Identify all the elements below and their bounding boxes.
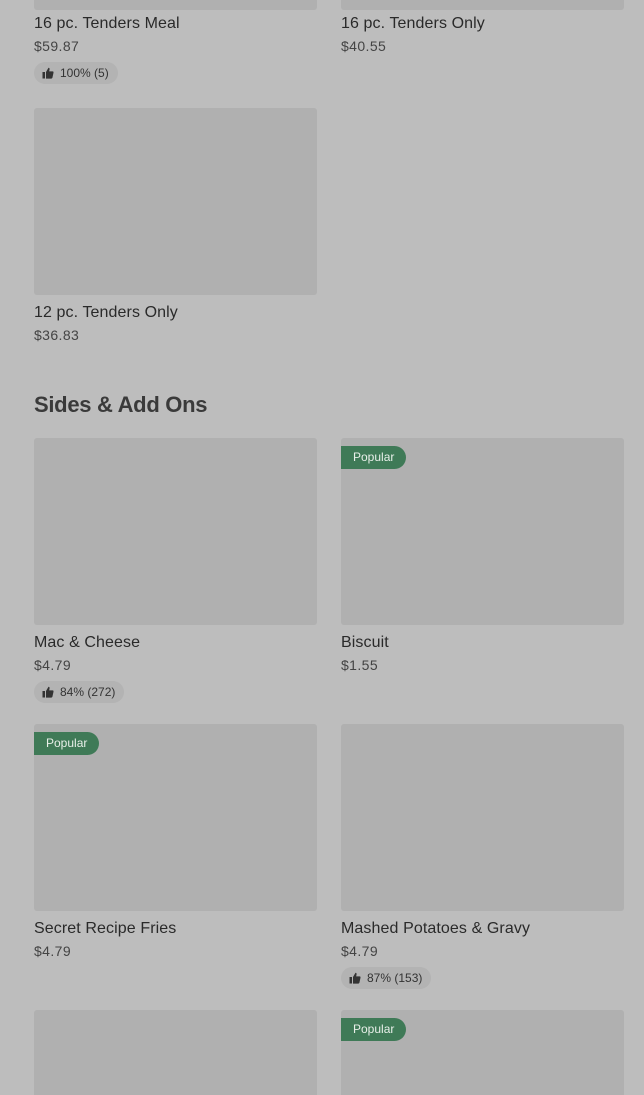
rating-text: 84% (272) xyxy=(60,685,116,699)
menu-page: 16 pc. Tenders Meal $59.87 100% (5) 16 p… xyxy=(0,0,644,1095)
item-name: 16 pc. Tenders Only xyxy=(341,15,485,32)
popular-badge: Popular xyxy=(341,446,407,469)
menu-item-mashed-potatoes-gravy[interactable]: Mashed Potatoes & Gravy $4.79 87% (153) xyxy=(341,724,624,989)
menu-item-16pc-tenders-only[interactable]: 16 pc. Tenders Only $40.55 xyxy=(341,0,624,54)
menu-item-next-right[interactable]: Popular xyxy=(341,1010,624,1095)
item-name: Biscuit xyxy=(341,634,389,651)
popular-badge: Popular xyxy=(34,732,100,755)
menu-item-mac-cheese[interactable]: Mac & Cheese $4.79 84% (272) xyxy=(34,438,317,703)
item-name: Mac & Cheese xyxy=(34,634,141,651)
item-price: $40.55 xyxy=(341,38,387,54)
item-price: $4.79 xyxy=(34,657,72,673)
thumbs-up-icon xyxy=(42,686,54,698)
item-image[interactable]: Popular xyxy=(34,724,317,911)
menu-item-12pc-tenders-only[interactable]: 12 pc. Tenders Only $36.83 xyxy=(34,108,317,343)
menu-item-biscuit[interactable]: Popular Biscuit $1.55 xyxy=(341,438,624,673)
item-price: $4.79 xyxy=(341,943,379,959)
menu-item-16pc-tenders-meal[interactable]: 16 pc. Tenders Meal $59.87 100% (5) xyxy=(34,0,317,84)
item-image[interactable]: Popular xyxy=(341,438,624,625)
section-title-sides: Sides & Add Ons xyxy=(34,392,208,417)
item-image[interactable] xyxy=(341,0,624,10)
popular-badge: Popular xyxy=(341,1018,407,1041)
item-name: 16 pc. Tenders Meal xyxy=(34,15,180,32)
rating-pill: 100% (5) xyxy=(34,62,118,84)
item-image[interactable] xyxy=(341,724,624,911)
item-image[interactable] xyxy=(34,108,317,295)
item-price: $4.79 xyxy=(34,943,72,959)
rating-text: 87% (153) xyxy=(367,971,423,985)
item-image[interactable] xyxy=(34,438,317,625)
item-name: 12 pc. Tenders Only xyxy=(34,304,178,321)
item-name: Mashed Potatoes & Gravy xyxy=(341,920,531,937)
item-price: $59.87 xyxy=(34,38,80,54)
menu-item-next-left[interactable] xyxy=(34,1010,317,1095)
item-name: Secret Recipe Fries xyxy=(34,920,177,937)
menu-item-secret-recipe-fries[interactable]: Popular Secret Recipe Fries $4.79 xyxy=(34,724,317,959)
item-image[interactable] xyxy=(34,1010,317,1095)
item-image[interactable]: Popular xyxy=(341,1010,624,1095)
item-image[interactable] xyxy=(34,0,317,10)
item-price: $36.83 xyxy=(34,327,80,343)
rating-pill: 84% (272) xyxy=(34,681,125,703)
thumbs-up-icon xyxy=(42,67,54,79)
rating-pill: 87% (153) xyxy=(341,967,432,989)
item-price: $1.55 xyxy=(341,657,379,673)
rating-text: 100% (5) xyxy=(60,66,109,80)
thumbs-up-icon xyxy=(349,972,361,984)
